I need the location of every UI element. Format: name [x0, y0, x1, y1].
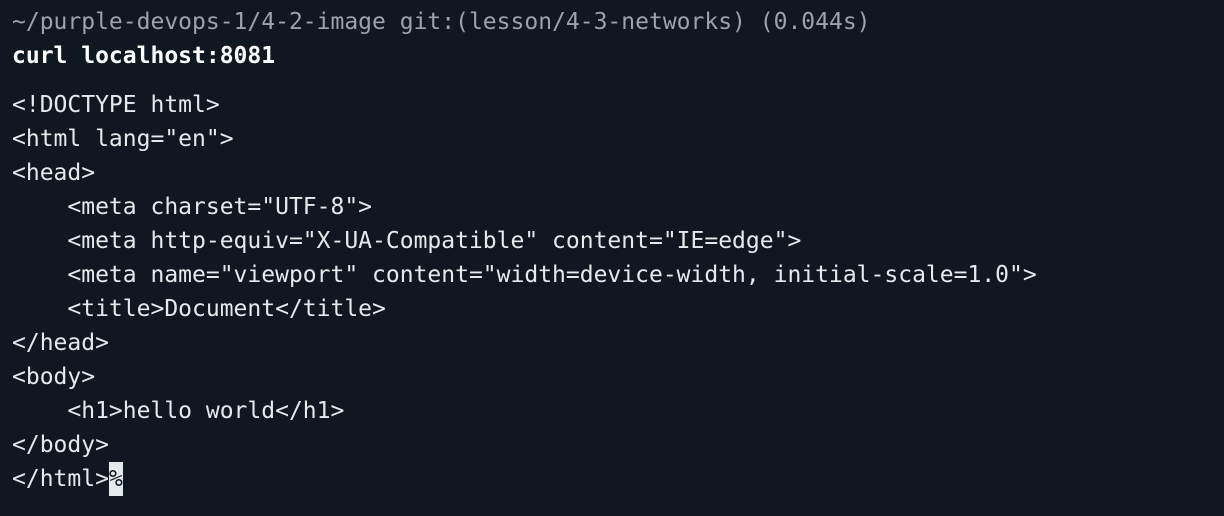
output-line: </html> — [12, 466, 109, 492]
terminal-window[interactable]: ~/purple-devops-1/4-2-image git:(lesson/… — [0, 0, 1224, 516]
output-line: <html lang="en"> — [12, 126, 234, 152]
output-line: <head> — [12, 160, 96, 186]
command-line: curl localhost:8081 — [12, 43, 276, 69]
output-line: <h1>hello world</h1> — [12, 398, 345, 424]
output-line: <title>Document</title> — [12, 296, 386, 322]
output-line: <body> — [12, 364, 96, 390]
output-line: <meta http-equiv="X-UA-Compatible" conte… — [12, 228, 802, 254]
output-last-line: </html>% — [12, 462, 1224, 496]
output-line: </body> — [12, 432, 109, 458]
output-line: <!DOCTYPE html> — [12, 92, 220, 118]
output-line: <meta name="viewport" content="width=dev… — [12, 262, 1037, 288]
prompt-path: ~/purple-devops-1/4-2-image git:(lesson/… — [12, 9, 871, 35]
terminal-cursor: % — [108, 462, 123, 496]
output-line: <meta charset="UTF-8"> — [12, 194, 373, 220]
output-line: </head> — [12, 330, 109, 356]
